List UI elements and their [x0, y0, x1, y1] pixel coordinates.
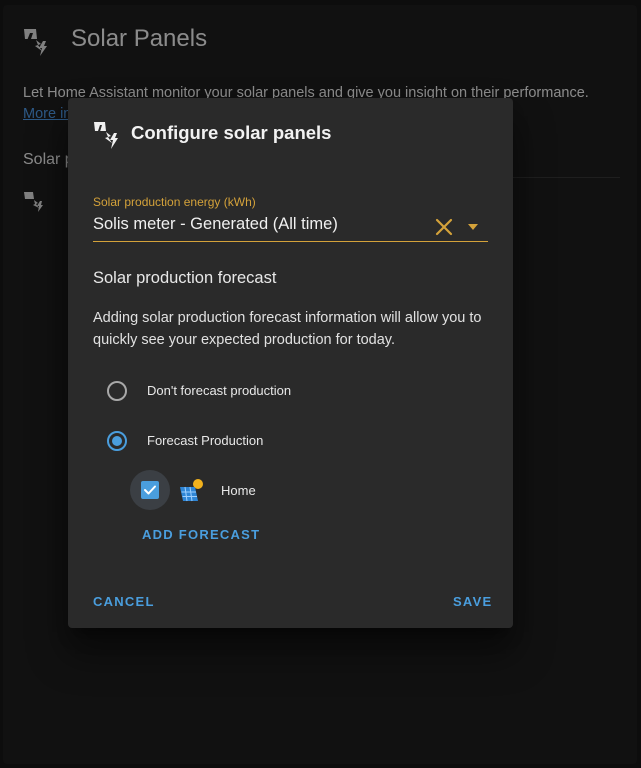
radio-forecast-production[interactable]: Forecast Production [93, 421, 488, 461]
energy-field-label: Solar production energy (kWh) [93, 195, 256, 209]
dialog-title: Configure solar panels [131, 122, 332, 143]
solar-panel-sun-icon [180, 479, 203, 502]
radio-label: Forecast Production [147, 433, 264, 448]
radio-button[interactable] [107, 431, 127, 451]
forecast-description: Adding solar production forecast informa… [93, 310, 482, 348]
solar-power-icon [94, 122, 118, 149]
forecast-heading: Solar production forecast [93, 269, 277, 287]
energy-select[interactable]: Solis meter - Generated (All time) [93, 215, 338, 234]
radio-button[interactable] [107, 381, 127, 401]
configure-solar-dialog: Configure solar panels Solar production … [68, 98, 513, 628]
save-button[interactable]: SAVE [453, 594, 492, 609]
close-icon[interactable] [434, 217, 454, 237]
cancel-button[interactable]: CANCEL [93, 594, 155, 609]
forecast-home-checkbox[interactable] [141, 481, 159, 499]
menu-down-icon[interactable] [466, 222, 480, 232]
check-icon [144, 485, 156, 495]
radio-label: Don't forecast production [147, 383, 292, 398]
forecast-entry-label: Home [221, 483, 256, 498]
add-forecast-button[interactable]: ADD FORECAST [142, 527, 260, 542]
field-underline [93, 241, 488, 242]
radio-no-forecast[interactable]: Don't forecast production [93, 371, 488, 411]
